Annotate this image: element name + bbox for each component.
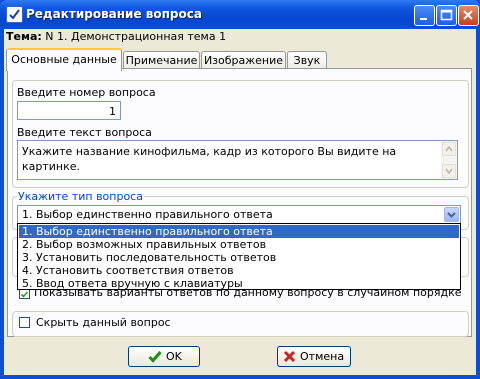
window-title: Редактирование вопроса xyxy=(26,7,202,21)
question-type-combobox[interactable]: 1. Выбор единственно правильного ответа xyxy=(17,205,461,224)
maximize-icon xyxy=(440,9,453,21)
red-x-icon xyxy=(283,350,296,363)
cancel-button-label: Отмена xyxy=(300,350,345,363)
question-type-option-5[interactable]: 5. Ввод ответа вручную с клавиатуры xyxy=(19,277,459,290)
hide-question-checkbox[interactable] xyxy=(19,317,30,328)
checkbox-app-icon xyxy=(6,6,23,23)
hide-question-label: Скрыть данный вопрос xyxy=(36,316,171,329)
minimize-button[interactable] xyxy=(414,5,435,26)
green-check-icon xyxy=(148,351,162,363)
question-type-dropdown-list[interactable]: 1. Выбор единственно правильного ответа … xyxy=(17,223,461,290)
scroll-up-button[interactable] xyxy=(442,142,456,156)
ok-button-label: OK xyxy=(166,350,182,363)
question-type-option-4[interactable]: 4. Установить соответствия ответов xyxy=(19,264,459,277)
question-number-label: Введите номер вопроса xyxy=(17,86,156,99)
minimize-icon xyxy=(420,18,427,20)
maximize-button[interactable] xyxy=(436,5,457,26)
close-button[interactable] xyxy=(458,5,479,26)
scroll-down-button[interactable] xyxy=(442,164,456,178)
tab-image[interactable]: Изображение xyxy=(201,51,286,69)
question-type-option-2[interactable]: 2. Выбор возможных правильных ответов xyxy=(19,238,459,251)
theme-value: N 1. Демонстрационная тема 1 xyxy=(45,30,227,43)
dialog-window: Редактирование вопроса Тема: N 1. Демонс… xyxy=(0,0,480,379)
checkmark-icon xyxy=(20,291,29,298)
arrow-down-icon xyxy=(445,168,453,175)
chevron-down-icon xyxy=(447,212,456,218)
tab-note[interactable]: Примечание xyxy=(123,51,200,69)
theme-label: Тема: xyxy=(6,30,42,43)
theme-line: Тема: N 1. Демонстрационная тема 1 xyxy=(6,30,226,43)
question-type-option-3[interactable]: 3. Установить последовательность ответов xyxy=(19,251,459,264)
question-text-scrollbar[interactable] xyxy=(441,141,457,179)
question-type-selected: 1. Выбор единственно правильного ответа xyxy=(22,208,273,221)
question-text-label: Введите текст вопроса xyxy=(17,126,152,139)
question-text-value: Укажите название кинофильма, кадр из кот… xyxy=(22,145,397,173)
arrow-up-icon xyxy=(445,145,453,152)
ok-button[interactable]: OK xyxy=(128,346,200,367)
question-number-input[interactable]: 1 xyxy=(17,101,121,120)
question-type-label: Укажите тип вопроса xyxy=(17,190,144,203)
cancel-button[interactable]: Отмена xyxy=(277,346,351,367)
dropdown-button[interactable] xyxy=(444,207,459,222)
title-bar[interactable]: Редактирование вопроса xyxy=(0,0,480,29)
question-text-input[interactable]: Укажите название кинофильма, кадр из кот… xyxy=(17,140,458,180)
tab-main-data[interactable]: Основные данные xyxy=(6,48,122,71)
tab-sound[interactable]: Звук xyxy=(287,51,327,69)
close-icon xyxy=(463,10,473,20)
question-type-option-1[interactable]: 1. Выбор единственно правильного ответа xyxy=(19,225,459,238)
